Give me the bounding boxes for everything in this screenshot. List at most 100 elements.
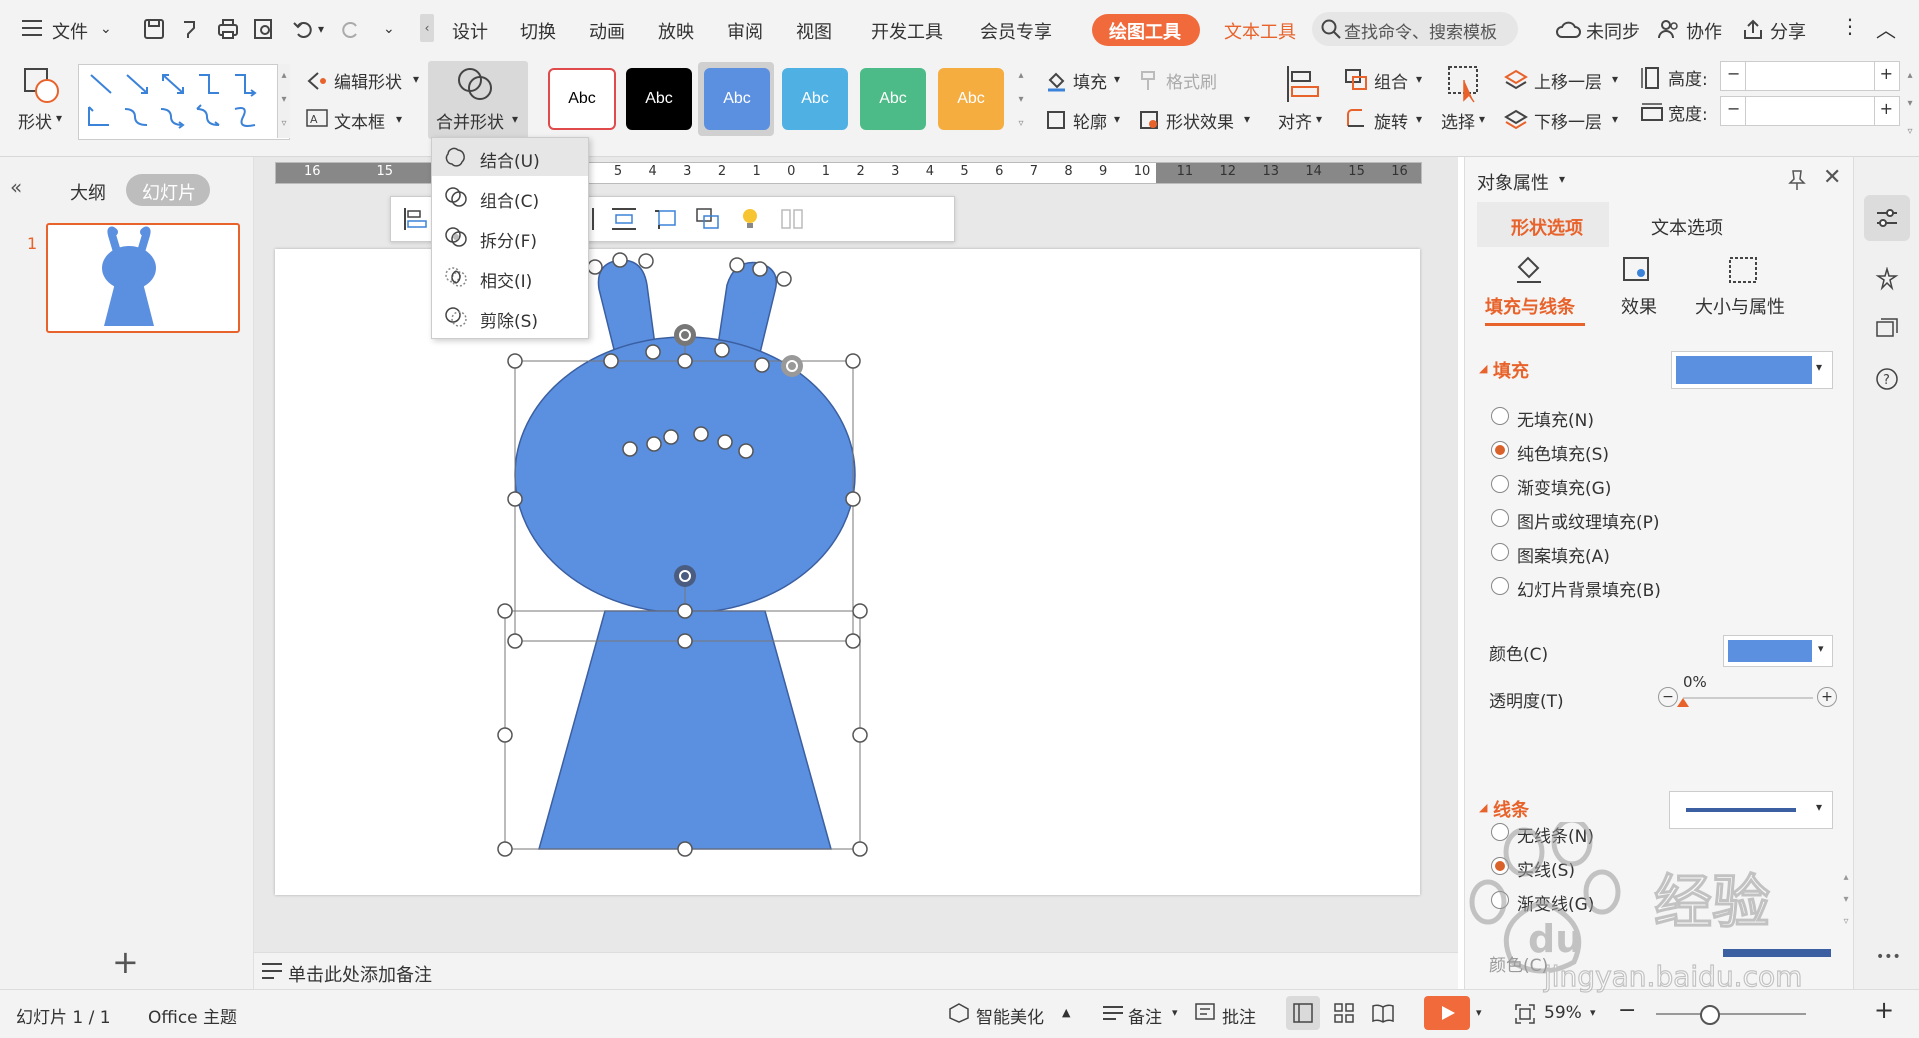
crop-icon[interactable] — [653, 207, 679, 231]
more-options-icon[interactable]: ••• — [1876, 949, 1901, 965]
align-button[interactable]: 对齐 — [1278, 108, 1312, 133]
format-painter-icon[interactable] — [1138, 70, 1158, 92]
save-icon[interactable] — [143, 18, 165, 40]
radio-gradient-fill[interactable] — [1491, 475, 1509, 493]
line-color-swatch[interactable] — [1723, 949, 1831, 957]
collapse-ribbon-icon[interactable]: ︿ — [1876, 14, 1896, 43]
gallery-scrollbar[interactable]: ▴ ▾ ▿ — [277, 64, 290, 138]
style-preset-black[interactable]: Abc — [626, 68, 692, 130]
search-input[interactable]: 查找命令、搜索模板 — [1344, 18, 1497, 43]
more-vertical-icon[interactable]: ⋮ — [1840, 14, 1860, 38]
radio-solid-fill[interactable] — [1491, 441, 1509, 459]
tab-review[interactable]: 审阅 — [727, 18, 763, 44]
height-decrement[interactable]: − — [1727, 64, 1740, 83]
undo-icon[interactable] — [292, 18, 314, 40]
zoom-slider[interactable] — [1656, 1013, 1806, 1015]
text-box-dropdown-icon[interactable]: ▾ — [396, 112, 402, 126]
share-icon[interactable] — [1742, 18, 1764, 40]
option-solid-fill[interactable]: 纯色填充(S) — [1517, 440, 1609, 465]
outline-dropdown-icon[interactable]: ▾ — [1114, 112, 1120, 126]
bring-forward-button[interactable]: 上移一层 — [1534, 68, 1602, 93]
chevron-down-icon[interactable]: ⌄ — [100, 21, 112, 37]
edit-shape-dropdown-icon[interactable]: ▾ — [413, 72, 419, 86]
smart-beautify-icon[interactable] — [948, 1002, 970, 1024]
shape-icon[interactable] — [22, 66, 62, 104]
panel-title-dropdown-icon[interactable]: ▾ — [1559, 172, 1565, 186]
sub-tab-effect[interactable]: 效果 — [1621, 293, 1657, 319]
add-slide-button[interactable]: + — [112, 943, 139, 981]
shape-dropdown-icon[interactable]: ▾ — [56, 111, 62, 125]
tab-member[interactable]: 会员专享 — [980, 18, 1052, 44]
cloud-sync-icon[interactable] — [1555, 20, 1581, 40]
send-backward-dropdown-icon[interactable]: ▾ — [1612, 112, 1618, 126]
align-left-icon[interactable] — [403, 207, 429, 231]
fit-window-icon[interactable] — [1514, 1003, 1536, 1025]
option-no-line[interactable]: 无线条(N) — [1517, 822, 1594, 847]
rotate-button[interactable]: 旋转 — [1374, 108, 1408, 133]
edit-shape-button[interactable]: 编辑形状 — [334, 68, 402, 93]
fill-line-icon[interactable] — [1513, 255, 1545, 285]
collapse-arrow-icon[interactable]: ‹ — [420, 14, 434, 42]
radio-background-fill[interactable] — [1491, 577, 1509, 595]
zoom-level[interactable]: 59% — [1544, 1003, 1582, 1023]
preview-icon[interactable] — [253, 18, 275, 40]
notes-bar[interactable]: 单击此处添加备注 — [254, 952, 1458, 990]
width-decrement[interactable]: − — [1727, 99, 1740, 118]
tab-text-tools[interactable]: 文本工具 — [1224, 18, 1296, 44]
close-panel-icon[interactable]: ✕ — [1823, 165, 1841, 190]
fill-button[interactable]: 填充 — [1073, 68, 1107, 93]
outline-button[interactable]: 轮廓 — [1073, 108, 1107, 133]
line-section-title[interactable]: 线条 — [1493, 796, 1529, 822]
sub-tab-fill-line[interactable]: 填充与线条 — [1485, 293, 1575, 319]
merge-subtract-item[interactable]: 剪除(S) — [432, 298, 588, 336]
zoom-dropdown-icon[interactable]: ▾ — [1590, 1006, 1596, 1019]
fill-icon[interactable] — [1045, 70, 1067, 92]
tab-design[interactable]: 设计 — [452, 18, 488, 44]
undo-dropdown-icon[interactable]: ▾ — [318, 22, 324, 36]
combine-icon[interactable] — [695, 207, 721, 231]
send-backward-button[interactable]: 下移一层 — [1534, 108, 1602, 133]
width-increment[interactable]: + — [1880, 99, 1893, 118]
shape-effect-icon[interactable] — [1138, 109, 1160, 131]
star-magic-icon[interactable] — [1875, 267, 1899, 291]
transparency-slider[interactable] — [1683, 697, 1813, 699]
transparency-decrement[interactable]: − — [1658, 687, 1678, 707]
style-gallery-scrollbar[interactable]: ▴ ▾ ▿ — [1014, 64, 1028, 138]
tab-text-options[interactable]: 文本选项 — [1651, 214, 1723, 240]
shape-gallery[interactable] — [78, 64, 290, 140]
theme-name[interactable]: Office 主题 — [148, 1003, 237, 1028]
fill-dropdown-icon[interactable]: ▾ — [1114, 72, 1120, 86]
radio-solid-line[interactable] — [1491, 857, 1509, 875]
tab-animation[interactable]: 动画 — [589, 18, 625, 44]
rotate-dropdown-icon[interactable]: ▾ — [1416, 112, 1422, 126]
bring-forward-icon[interactable] — [1504, 68, 1528, 92]
slide-thumbnail[interactable] — [46, 223, 240, 333]
tab-outline[interactable]: 大纲 — [70, 179, 106, 205]
tab-view[interactable]: 视图 — [796, 18, 832, 44]
style-preset-blue[interactable]: Abc — [704, 68, 770, 130]
merge-union-item[interactable]: 结合(U) — [432, 138, 588, 176]
print-icon[interactable] — [216, 18, 240, 40]
style-preset-light-blue[interactable]: Abc — [782, 68, 848, 130]
edit-shape-icon[interactable] — [306, 70, 328, 92]
notes-button[interactable]: 备注 — [1128, 1003, 1162, 1028]
bring-forward-dropdown-icon[interactable]: ▾ — [1612, 72, 1618, 86]
slide-canvas[interactable] — [275, 249, 1420, 895]
tab-slideshow[interactable]: 放映 — [658, 18, 694, 44]
size-properties-icon[interactable] — [1727, 255, 1759, 285]
lightbulb-icon[interactable] — [737, 207, 763, 231]
fill-color-picker[interactable]: ▾ — [1671, 351, 1833, 389]
pin-icon[interactable] — [1787, 169, 1807, 191]
height-stepper[interactable]: − + — [1720, 61, 1900, 91]
sync-status[interactable]: 未同步 — [1586, 18, 1640, 44]
rotate-icon[interactable] — [1344, 108, 1368, 130]
smart-beautify-button[interactable]: 智能美化 — [976, 1003, 1044, 1028]
zoom-out-button[interactable]: − — [1618, 998, 1636, 1023]
color-picker[interactable]: ▾ — [1723, 635, 1833, 667]
merge-combine-item[interactable]: 组合(C) — [432, 178, 588, 216]
send-backward-icon[interactable] — [1504, 108, 1528, 132]
shape-effect-dropdown-icon[interactable]: ▾ — [1244, 112, 1250, 126]
transparency-increment[interactable]: + — [1817, 687, 1837, 707]
help-icon[interactable]: ? — [1875, 367, 1899, 391]
radio-gradient-line[interactable] — [1491, 891, 1509, 909]
